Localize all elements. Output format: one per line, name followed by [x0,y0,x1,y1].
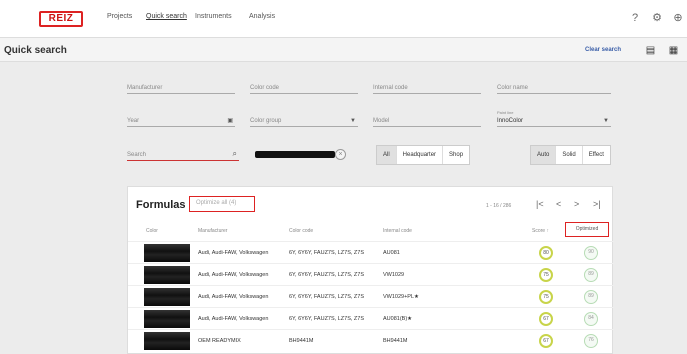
scope-all[interactable]: All [377,146,397,164]
manufacturer-placeholder: Manufacturer [127,85,163,91]
table-row[interactable]: Audi, Audi-FAW, Volkswagen 6Y, 6Y6Y, FAU… [128,285,614,307]
optimized-score-badge[interactable]: 89 [584,290,598,304]
model-placeholder: Model [373,118,390,124]
type-solid[interactable]: Solid [556,146,583,164]
col-internal-code[interactable]: Internal code [383,228,412,234]
prev-page-icon[interactable]: < [556,199,561,209]
table-row[interactable]: OEM READYMIX BH9441M BH9441M 67 76 [128,329,614,351]
internal-code-cell: AU081(B)★ [383,316,413,322]
paint-line-select[interactable]: Paint line InnoColor ▼ [497,110,611,127]
help-icon[interactable]: ? [628,11,642,25]
nav-analysis[interactable]: Analysis [249,13,275,20]
color-name-placeholder: Color name [497,85,529,91]
color-swatch [144,310,190,328]
optimized-score-badge[interactable]: 76 [584,334,598,348]
optimized-score-badge[interactable]: 84 [584,312,598,326]
score-badge: 75 [539,268,553,282]
internal-code-placeholder: Internal code [373,85,408,91]
nav-projects[interactable]: Projects [107,13,132,20]
internal-code-cell: VW1029+PL★ [383,294,419,300]
nav-quick-search[interactable]: Quick search [146,13,187,20]
top-bar: REIZ Projects Quick search Instruments A… [0,0,687,38]
col-score[interactable]: Score ↑ [532,228,549,234]
color-group-select[interactable]: Color group ▼ [250,113,358,127]
col-color: Color [146,228,158,234]
score-badge: 75 [539,290,553,304]
search-placeholder: Search [127,152,147,158]
redacted-search-chip [255,151,335,158]
sub-bar: Quick search Clear search ▤ ▦ [0,38,687,62]
formulas-panel: Formulas Optimize all (4) 1 - 16 / 286 |… [127,186,614,354]
manufacturer-field[interactable]: Manufacturer [127,80,235,94]
list-view-icon[interactable]: ▤ [644,44,657,57]
col-optimized[interactable]: Optimized [565,222,609,237]
calendar-icon[interactable]: ▣ [227,117,233,124]
color-swatch [144,288,190,306]
optimized-score-badge[interactable]: 89 [584,268,598,282]
scope-shop[interactable]: Shop [443,146,469,164]
last-page-icon[interactable]: >| [593,199,601,209]
chevron-down-icon: ▼ [603,118,609,124]
optimize-all-button[interactable]: Optimize all (4) [189,196,255,212]
next-page-icon[interactable]: > [574,199,579,209]
model-field[interactable]: Model [373,113,481,127]
reiz-logo[interactable]: REIZ [39,11,83,27]
color-code-cell: 6Y, 6Y6Y, FAUZ7S, LZ7S, Z7S [289,272,365,278]
table-row[interactable]: Audi, Audi-FAW, Volkswagen 6Y, 6Y6Y, FAU… [128,307,614,329]
color-code-placeholder: Color code [250,85,280,91]
settings-icon[interactable]: ⚙ [650,11,664,25]
paint-line-value: InnoColor [497,118,524,124]
col-manufacturer[interactable]: Manufacturer [198,228,227,234]
manufacturer-cell: Audi, Audi-FAW, Volkswagen [198,294,269,300]
color-code-cell: 6Y, 6Y6Y, FAUZ7S, LZ7S, Z7S [289,294,365,300]
first-page-icon[interactable]: |< [536,199,544,209]
color-code-cell: BH9441M [289,338,314,344]
close-icon[interactable]: × [335,149,346,160]
search-input[interactable]: Search ⌕ [127,147,239,161]
pagination-info: 1 - 16 / 286 [486,203,512,209]
manufacturer-cell: Audi, Audi-FAW, Volkswagen [198,316,269,322]
color-swatch [144,266,190,284]
formulas-title: Formulas [136,199,186,211]
score-badge: 67 [539,334,553,348]
paint-type-toggle: Auto Solid Effect [530,145,611,165]
color-code-cell: 6Y, 6Y6Y, FAUZ7S, LZ7S, Z7S [289,316,365,322]
color-swatch [144,244,190,262]
table-row[interactable]: Audi, Audi-FAW, Volkswagen 6Y, 6Y6Y, FAU… [128,241,614,263]
manufacturer-cell: Audi, Audi-FAW, Volkswagen [198,250,269,256]
scope-toggle: All Headquarter Shop [376,145,471,165]
optimized-score-badge[interactable]: 90 [584,246,598,260]
globe-icon[interactable]: ⊕ [671,11,685,25]
color-code-cell: 6Y, 6Y6Y, FAUZ7S, LZ7S, Z7S [289,250,365,256]
color-name-field[interactable]: Color name [497,80,611,94]
color-code-field[interactable]: Color code [250,80,358,94]
nav-instruments[interactable]: Instruments [195,13,232,20]
internal-code-cell: AU081 [383,250,400,256]
year-placeholder: Year [127,118,140,124]
search-icon[interactable]: ⌕ [233,149,237,159]
type-effect[interactable]: Effect [583,146,610,164]
internal-code-cell: BH9441M [383,338,408,344]
page-title: Quick search [4,45,67,56]
grid-view-icon[interactable]: ▦ [667,44,680,57]
chevron-down-icon: ▼ [350,118,356,124]
year-field[interactable]: Year ▣ [127,113,235,127]
manufacturer-cell: Audi, Audi-FAW, Volkswagen [198,272,269,278]
internal-code-cell: VW1029 [383,272,405,278]
paint-line-label: Paint line [497,110,514,115]
col-color-code[interactable]: Color code [289,228,313,234]
score-badge: 80 [539,246,553,260]
score-badge: 67 [539,312,553,326]
color-group-placeholder: Color group [250,118,282,124]
color-swatch [144,332,190,350]
clear-search-button[interactable]: Clear search [585,47,621,53]
table-row[interactable]: Audi, Audi-FAW, Volkswagen 6Y, 6Y6Y, FAU… [128,263,614,285]
type-auto[interactable]: Auto [531,146,557,164]
scope-headquarter[interactable]: Headquarter [397,146,444,164]
internal-code-field[interactable]: Internal code [373,80,481,94]
manufacturer-cell: OEM READYMIX [198,338,241,344]
